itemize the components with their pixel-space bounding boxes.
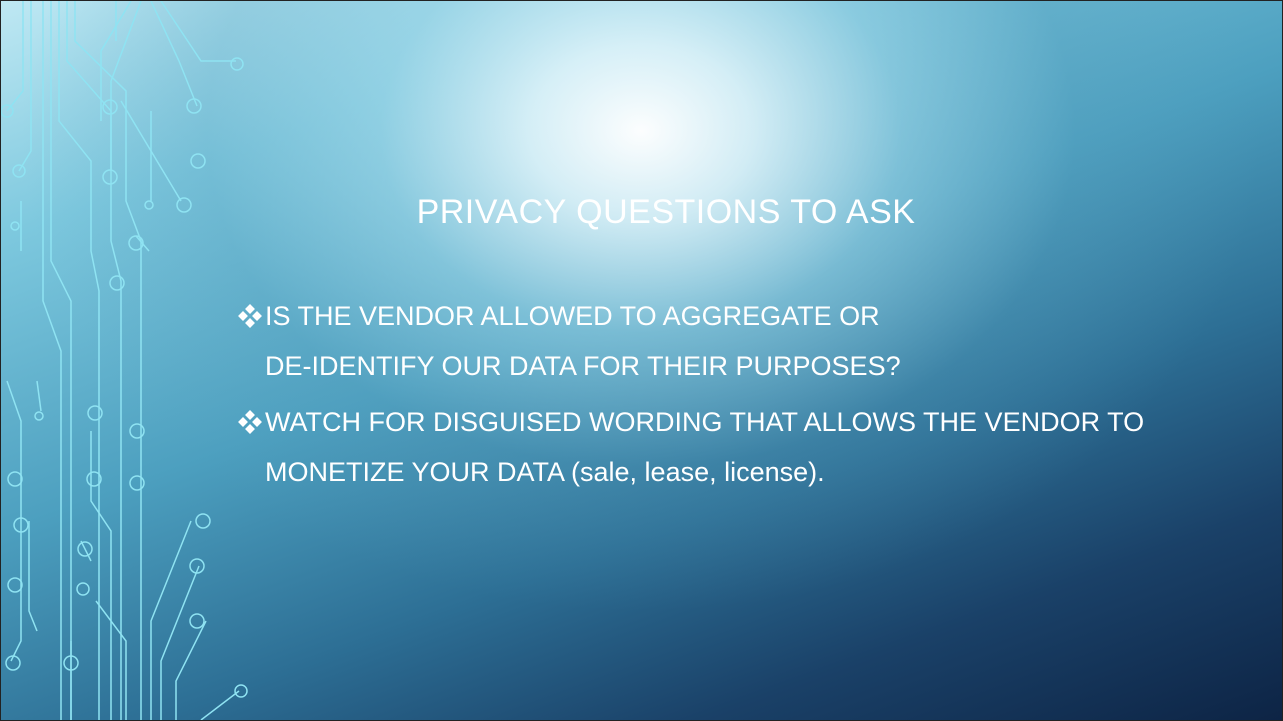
slide: PRIVACY QUESTIONS TO ASK IS THE VENDOR A…	[0, 0, 1283, 721]
circuit-decoration-icon	[1, 1, 248, 720]
bullet-text: IS THE VENDOR ALLOWED TO AGGREGATE OR DE…	[265, 301, 901, 381]
bullet-text: WATCH FOR DISGUISED WORDING THAT ALLOWS …	[265, 407, 1145, 487]
slide-title: PRIVACY QUESTIONS TO ASK	[416, 193, 916, 231]
bullet-item: IS THE VENDOR ALLOWED TO AGGREGATE OR DE…	[238, 291, 1268, 391]
diamond-star-bullet-icon	[238, 410, 262, 434]
bullet-item: WATCH FOR DISGUISED WORDING THAT ALLOWS …	[238, 397, 1268, 497]
bullet-list: IS THE VENDOR ALLOWED TO AGGREGATE OR DE…	[238, 291, 1268, 503]
diamond-star-bullet-icon	[238, 304, 262, 328]
